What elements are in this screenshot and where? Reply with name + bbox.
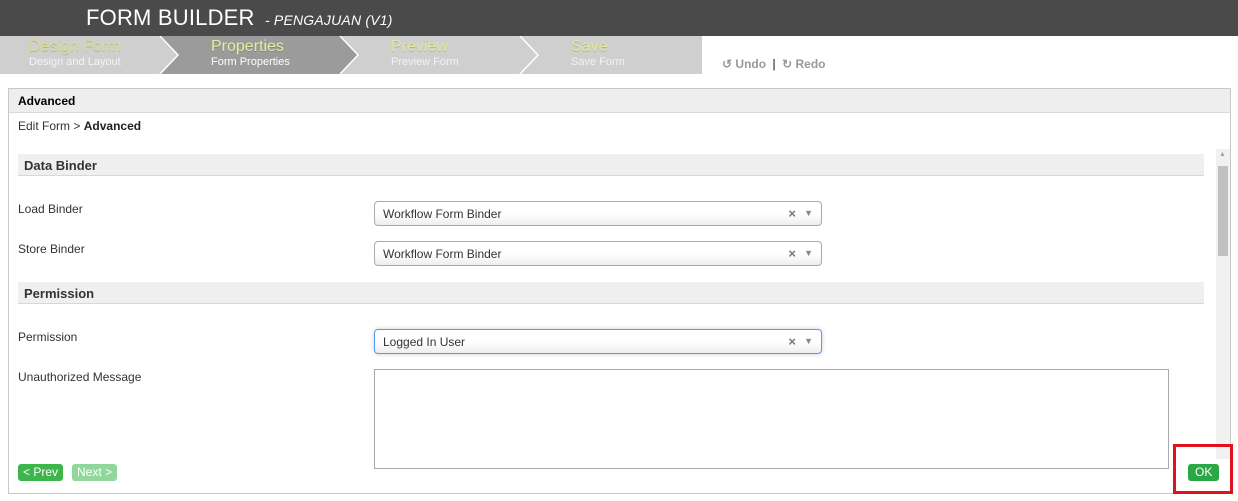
unauthorized-message-textarea[interactable]: [374, 369, 1169, 469]
toolbar-separator: |: [772, 57, 776, 71]
store-binder-select[interactable]: Workflow Form Binder × ▼: [374, 241, 822, 266]
scroll-up-icon[interactable]: ▲: [1219, 151, 1226, 158]
store-binder-clear-icon[interactable]: ×: [788, 246, 796, 261]
permission-label: Permission: [18, 330, 78, 344]
breadcrumb-parent[interactable]: Edit Form: [18, 119, 70, 133]
panel-title: Advanced: [18, 94, 76, 108]
step-preview-desc: Preview Form: [391, 56, 459, 68]
step-design-form-name: Design Form: [29, 38, 121, 55]
load-binder-clear-icon[interactable]: ×: [788, 206, 796, 221]
scrollbar-thumb[interactable]: [1218, 166, 1228, 256]
store-binder-value: Workflow Form Binder: [383, 247, 502, 261]
step-preview-name: Preview: [391, 38, 448, 55]
section-data-binder: Data Binder: [18, 154, 1204, 176]
breadcrumb-separator: >: [73, 119, 81, 133]
load-binder-label: Load Binder: [18, 202, 83, 216]
step-design-form[interactable]: Design Form Design and Layout: [29, 38, 121, 72]
unauthorized-message-label: Unauthorized Message: [18, 370, 142, 384]
step-properties-name: Properties: [211, 38, 284, 55]
panel-header: Advanced: [9, 89, 1230, 113]
step-preview[interactable]: Preview Preview Form: [391, 38, 459, 72]
step-save-name: Save: [571, 38, 608, 55]
form-name-subtitle: - PENGAJUAN (V1): [264, 12, 393, 28]
undo-label: Undo: [735, 57, 767, 71]
ok-button[interactable]: OK: [1188, 464, 1220, 481]
step-properties[interactable]: Properties Form Properties: [211, 38, 290, 72]
step-save[interactable]: Save Save Form: [571, 38, 625, 72]
permission-dropdown-icon[interactable]: ▼: [804, 336, 813, 346]
store-binder-dropdown-icon[interactable]: ▼: [804, 248, 813, 258]
next-button[interactable]: Next >: [72, 464, 118, 481]
redo-button[interactable]: ↻ Redo: [779, 57, 826, 71]
breadcrumb-current: Advanced: [83, 119, 142, 133]
section-data-binder-title: Data Binder: [24, 158, 97, 173]
app-title-text: FORM BUILDER: [86, 5, 255, 30]
permission-select[interactable]: Logged In User × ▼: [374, 329, 822, 354]
app-header: FORM BUILDER - PENGAJUAN (V1): [0, 0, 1238, 36]
undo-redo-toolbar: ↺ Undo | ↻ Redo: [722, 57, 826, 71]
load-binder-value: Workflow Form Binder: [383, 207, 502, 221]
load-binder-dropdown-icon[interactable]: ▼: [804, 208, 813, 218]
step-save-desc: Save Form: [571, 56, 625, 68]
redo-label: Redo: [795, 57, 826, 71]
permission-clear-icon[interactable]: ×: [788, 334, 796, 349]
breadcrumb: Edit Form > Advanced: [18, 119, 141, 133]
app-title: FORM BUILDER - PENGAJUAN (V1): [86, 5, 393, 31]
section-permission: Permission: [18, 282, 1204, 304]
panel-scrollbar[interactable]: ▲: [1216, 149, 1230, 459]
load-binder-select[interactable]: Workflow Form Binder × ▼: [374, 201, 822, 226]
store-binder-label: Store Binder: [18, 242, 85, 256]
redo-icon: ↻: [782, 57, 793, 71]
step-properties-desc: Form Properties: [211, 56, 290, 68]
step-design-form-desc: Design and Layout: [29, 56, 121, 68]
undo-icon: ↺: [722, 57, 733, 71]
properties-panel: Advanced Edit Form > Advanced Data Binde…: [8, 88, 1231, 494]
wizard-steps: Design Form Design and Layout Properties…: [0, 36, 702, 74]
permission-value: Logged In User: [383, 335, 466, 349]
section-permission-title: Permission: [24, 286, 95, 301]
prev-button[interactable]: < Prev: [18, 464, 64, 481]
undo-button[interactable]: ↺ Undo: [722, 57, 769, 71]
